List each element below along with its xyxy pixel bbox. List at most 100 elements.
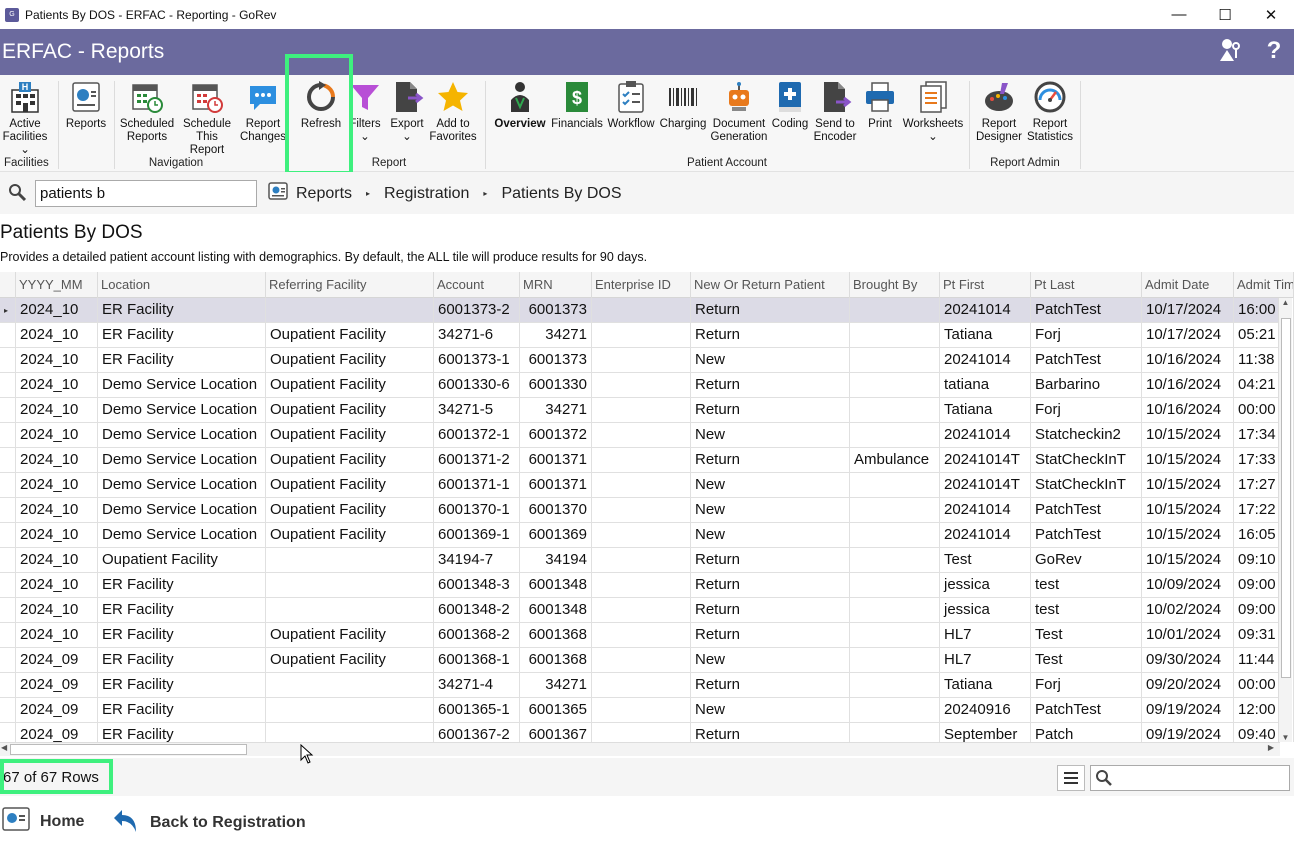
user-key-icon[interactable] — [1218, 37, 1242, 70]
table-row[interactable]: 2024_10 ER Facility 6001348-3 6001348 Return… — [0, 573, 1294, 598]
table-row[interactable]: 2024_10 ER Facility Oupatient Facility 6001… — [0, 348, 1294, 373]
table-cell: New — [691, 498, 850, 523]
column-header[interactable]: Account — [434, 272, 520, 298]
vertical-scrollbar[interactable]: ▲ ▼ — [1278, 298, 1292, 742]
paint-palette-icon — [982, 80, 1016, 114]
table-cell: ER Facility — [98, 573, 266, 598]
table-row[interactable]: 2024_10 Demo Service Location Oupatient Fa… — [0, 448, 1294, 473]
maximize-button[interactable]: ☐ — [1202, 0, 1248, 29]
column-header[interactable]: Brought By — [850, 272, 940, 298]
minimize-button[interactable]: — — [1156, 0, 1202, 29]
table-cell: 2024_10 — [16, 448, 98, 473]
schedule-this-report-button[interactable]: Schedule This Report — [178, 80, 236, 157]
active-facilities-button[interactable]: H Active Facilities ⌄ — [3, 80, 47, 157]
table-cell: 10/09/2024 — [1142, 573, 1234, 598]
table-row[interactable]: 2024_10 Demo Service Location Oupatient Fa… — [0, 473, 1294, 498]
table-row[interactable]: 2024_10 Demo Service Location Oupatient Fa… — [0, 523, 1294, 548]
column-header[interactable]: Admit Time — [1234, 272, 1294, 298]
table-row[interactable]: 2024_10 ER Facility 6001348-2 6001348 Return… — [0, 598, 1294, 623]
table-row[interactable]: 2024_10 Oupatient Facility 34194-7 34194 Ret… — [0, 548, 1294, 573]
row-indicator — [0, 698, 16, 723]
column-header[interactable]: Referring Facility — [266, 272, 434, 298]
breadcrumb-registration[interactable]: Registration — [384, 185, 469, 203]
table-cell: 34271 — [520, 398, 592, 423]
table-cell: 10/15/2024 — [1142, 473, 1234, 498]
vertical-scroll-thumb[interactable] — [1281, 318, 1291, 678]
table-cell: 34271 — [520, 673, 592, 698]
table-row[interactable]: 2024_09 ER Facility 6001367-2 6001367 Return… — [0, 723, 1294, 742]
table-cell: 6001371 — [520, 473, 592, 498]
table-row[interactable]: 2024_09 ER Facility 34271-4 34271 Return Tati… — [0, 673, 1294, 698]
column-header[interactable]: YYYY_MM — [16, 272, 98, 298]
grid-search-input[interactable] — [1090, 765, 1290, 791]
table-row[interactable]: 2024_09 ER Facility Oupatient Facility 6001… — [0, 648, 1294, 673]
table-cell — [850, 723, 940, 742]
column-header[interactable]: New Or Return Patient — [691, 272, 850, 298]
print-button[interactable]: Print — [860, 80, 900, 131]
close-button[interactable]: ✕ — [1248, 0, 1294, 29]
coding-button[interactable]: Coding — [770, 80, 810, 131]
table-row[interactable]: 2024_10 Demo Service Location Oupatient Fa… — [0, 498, 1294, 523]
table-row[interactable]: 2024_10 ER Facility Oupatient Facility 6001… — [0, 623, 1294, 648]
table-cell: 6001348-2 — [434, 598, 520, 623]
horizontal-scrollbar[interactable]: ◀ ▶ — [0, 742, 1280, 756]
table-cell: Ambulance — [850, 448, 940, 473]
export-button[interactable]: Export ⌄ — [388, 80, 426, 144]
ribbon-toolbar: H Active Facilities ⌄ Reports Scheduled … — [0, 75, 1294, 172]
table-cell: 09/19/2024 — [1142, 723, 1234, 742]
row-indicator — [0, 548, 16, 573]
scroll-left-icon[interactable]: ◀ — [1, 743, 7, 752]
workflow-button[interactable]: Workflow — [606, 80, 656, 131]
scroll-down-icon[interactable]: ▼ — [1279, 733, 1292, 742]
document-generation-button[interactable]: Document Generation — [710, 80, 768, 144]
column-header[interactable]: Location — [98, 272, 266, 298]
column-header[interactable]: Pt First — [940, 272, 1031, 298]
add-to-favorites-button[interactable]: Add to Favorites — [428, 80, 478, 144]
report-designer-button[interactable]: Report Designer — [976, 80, 1022, 144]
table-cell: Return — [691, 323, 850, 348]
column-header[interactable]: MRN — [520, 272, 592, 298]
table-cell: New — [691, 523, 850, 548]
breadcrumb: Reports ▸ Registration ▸ Patients By DOS — [268, 182, 621, 205]
table-cell: tatiana — [940, 373, 1031, 398]
report-statistics-button[interactable]: Report Statistics — [1026, 80, 1074, 144]
chat-bubble-icon — [246, 80, 280, 114]
column-header[interactable]: Enterprise ID — [592, 272, 691, 298]
column-header[interactable]: Admit Date — [1142, 272, 1234, 298]
table-cell — [266, 598, 434, 623]
financials-button[interactable]: $ Financials — [551, 80, 603, 131]
reports-button[interactable]: Reports — [64, 80, 108, 131]
worksheets-button[interactable]: Worksheets ⌄ — [902, 80, 964, 144]
table-cell: Demo Service Location — [98, 498, 266, 523]
send-to-encoder-button[interactable]: Send to Encoder — [812, 80, 858, 144]
column-header[interactable]: Pt Last — [1031, 272, 1142, 298]
overview-button[interactable]: Overview — [492, 80, 548, 131]
table-cell: Oupatient Facility — [266, 373, 434, 398]
horizontal-scroll-thumb[interactable] — [10, 744, 247, 755]
scroll-right-icon[interactable]: ▶ — [1268, 743, 1274, 752]
scroll-up-icon[interactable]: ▲ — [1279, 298, 1292, 307]
table-cell — [850, 373, 940, 398]
charging-button[interactable]: Charging — [660, 80, 706, 131]
report-search-input[interactable] — [35, 180, 257, 207]
table-row[interactable]: 2024_09 ER Facility 6001365-1 6001365 New 202… — [0, 698, 1294, 723]
breadcrumb-patients-by-dos: Patients By DOS — [501, 184, 622, 202]
scheduled-reports-button[interactable]: Scheduled Reports — [120, 80, 174, 144]
home-button[interactable]: Home — [2, 806, 84, 837]
grid-menu-button[interactable] — [1057, 765, 1085, 791]
table-row[interactable]: 2024_10 Demo Service Location Oupatient Fa… — [0, 398, 1294, 423]
table-row[interactable]: 2024_10 Demo Service Location Oupatient Fa… — [0, 373, 1294, 398]
table-cell: 6001371 — [520, 448, 592, 473]
report-changes-button[interactable]: Report Changes — [240, 80, 286, 144]
table-cell — [850, 598, 940, 623]
table-cell — [592, 398, 691, 423]
table-row[interactable]: ▸ 2024_10 ER Facility 6001373-2 6001373 Retur… — [0, 298, 1294, 323]
report-statistics-label: Report Statistics — [1026, 118, 1073, 143]
star-icon — [436, 80, 470, 114]
table-row[interactable]: 2024_10 Demo Service Location Oupatient Fa… — [0, 423, 1294, 448]
help-button[interactable]: ? — [1262, 37, 1286, 70]
back-to-registration-button[interactable]: Back to Registration — [112, 806, 306, 839]
table-row[interactable]: 2024_10 ER Facility Oupatient Facility 3427… — [0, 323, 1294, 348]
breadcrumb-reports[interactable]: Reports — [296, 185, 352, 203]
table-cell: 10/16/2024 — [1142, 398, 1234, 423]
